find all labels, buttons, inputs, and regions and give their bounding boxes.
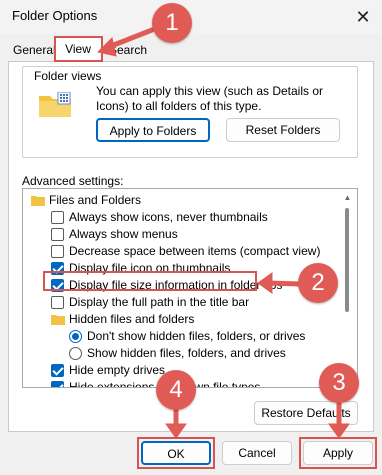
callout-1: 1	[152, 3, 192, 43]
reset-folders-button[interactable]: Reset Folders	[226, 118, 340, 142]
close-icon[interactable]: ✕	[352, 6, 374, 28]
checkbox[interactable]	[51, 381, 64, 387]
restore-defaults-button[interactable]: Restore Defaults	[254, 401, 358, 425]
window-title: Folder Options	[12, 8, 98, 23]
highlight-apply-button	[299, 437, 377, 469]
checkbox[interactable]	[51, 296, 64, 309]
highlight-file-size-option	[43, 271, 257, 291]
callout-4: 4	[156, 370, 196, 410]
apply-to-folders-button[interactable]: Apply to Folders	[96, 118, 210, 142]
highlight-ok-button	[137, 437, 215, 469]
checkbox[interactable]	[51, 211, 64, 224]
scroll-up-icon[interactable]: ▲	[342, 194, 353, 202]
folder-views-icon	[39, 92, 71, 117]
folder-icon	[51, 315, 65, 325]
radio-button[interactable]	[69, 330, 82, 343]
folder-icon	[31, 196, 45, 206]
tab-search[interactable]: Search	[104, 40, 152, 62]
advanced-settings-label: Advanced settings:	[22, 174, 124, 188]
cancel-button[interactable]: Cancel	[222, 441, 292, 465]
callout-2: 2	[298, 263, 338, 303]
scrollbar-thumb[interactable]	[345, 208, 349, 312]
checkbox[interactable]	[51, 364, 64, 377]
radio-button[interactable]	[69, 347, 82, 360]
callout-3: 3	[319, 363, 359, 403]
folder-views-label: Folder views	[32, 69, 104, 83]
checkbox[interactable]	[51, 245, 64, 258]
highlight-view-tab	[54, 36, 103, 62]
tab-general[interactable]: General	[8, 40, 61, 62]
checkbox[interactable]	[51, 228, 64, 241]
folder-views-description: You can apply this view (such as Details…	[96, 84, 324, 113]
